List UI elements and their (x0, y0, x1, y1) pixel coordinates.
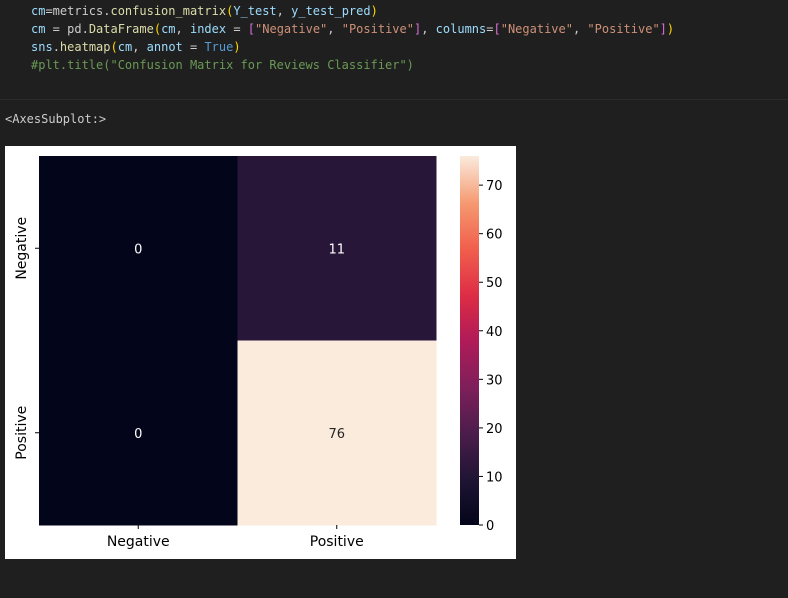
code-token: . (52, 40, 60, 54)
code-token: ( (153, 22, 162, 36)
code-token: #plt.title("Confusion Matrix for Reviews… (31, 58, 414, 72)
colorbar-tick-label: 40 (486, 325, 503, 340)
code-token: True (204, 40, 234, 54)
code-token: [ (247, 22, 256, 36)
code-token: sns (31, 40, 53, 54)
heatmap-annotation: 0 (134, 427, 142, 442)
code-line: cm=metrics.confusion_matrix(Y_test, y_te… (31, 2, 378, 20)
code-token: ] (659, 22, 667, 36)
code-token: DataFrame (88, 22, 154, 36)
heatmap-figure: 0 11 0 76 Negative Positive Negative Positive… (5, 146, 516, 559)
code-token: , (175, 22, 190, 36)
code-token: ( (110, 40, 118, 54)
code-token: ) (370, 4, 378, 18)
code-token: = (182, 40, 205, 54)
code-token: ) (666, 22, 675, 36)
code-token: , (421, 22, 436, 36)
y-tick-label: Negative (14, 217, 30, 280)
code-token: = pd. (45, 22, 89, 36)
code-token: columns (435, 22, 487, 36)
cell-output-text: <AxesSubplot:> (5, 112, 107, 126)
code-token: =metrics. (45, 4, 111, 18)
heatmap-annotation: 76 (328, 427, 345, 442)
code-token: "Negative" (255, 22, 328, 36)
colorbar-tick-label: 20 (486, 422, 503, 437)
code-token: = (226, 22, 248, 36)
code-token: , (132, 40, 147, 54)
code-line: sns.heatmap(cm, annot = True) (31, 38, 241, 56)
code-line: cm = pd.DataFrame(cm, index = ["Negative… (31, 20, 674, 38)
code-token: cm (117, 40, 133, 54)
code-token: ) (233, 40, 241, 54)
code-token: cm (31, 4, 46, 18)
heatmap-chart: 0 11 0 76 Negative Positive Negative Positive… (14, 156, 503, 550)
code-token: cm (161, 22, 176, 36)
code-token: index (189, 22, 227, 36)
colorbar-tick-label: 10 (486, 470, 503, 485)
code-token: y_test_pred (291, 4, 371, 18)
y-tick-label: Positive (14, 406, 30, 460)
code-token: Y_test (233, 4, 277, 18)
code-token: annot (146, 40, 183, 54)
colorbar-tick-label: 60 (486, 228, 503, 243)
code-cell[interactable]: cm=metrics.confusion_matrix(Y_test, y_te… (0, 0, 788, 100)
code-token: "Positive" (341, 22, 414, 36)
colorbar (460, 156, 479, 525)
code-token: , (572, 22, 588, 36)
code-token: confusion_matrix (110, 4, 227, 18)
code-token: [ (493, 22, 501, 36)
code-token: "Negative" (500, 22, 573, 36)
colorbar-tick-label: 30 (486, 373, 503, 388)
heatmap-annotation: 0 (134, 242, 142, 257)
heatmap-annotation: 11 (328, 242, 345, 257)
x-tick-label: Negative (107, 534, 170, 550)
code-token: "Positive" (587, 22, 660, 36)
code-line: #plt.title("Confusion Matrix for Reviews… (31, 56, 414, 74)
code-token: , (327, 22, 342, 36)
colorbar-tick-label: 50 (486, 276, 503, 291)
x-tick-label: Positive (310, 534, 364, 550)
colorbar-tick-label: 0 (486, 519, 494, 534)
colorbar-tick-label: 70 (486, 179, 503, 194)
code-token: , (276, 4, 292, 18)
code-token: cm (31, 22, 46, 36)
code-token: heatmap (59, 40, 111, 54)
